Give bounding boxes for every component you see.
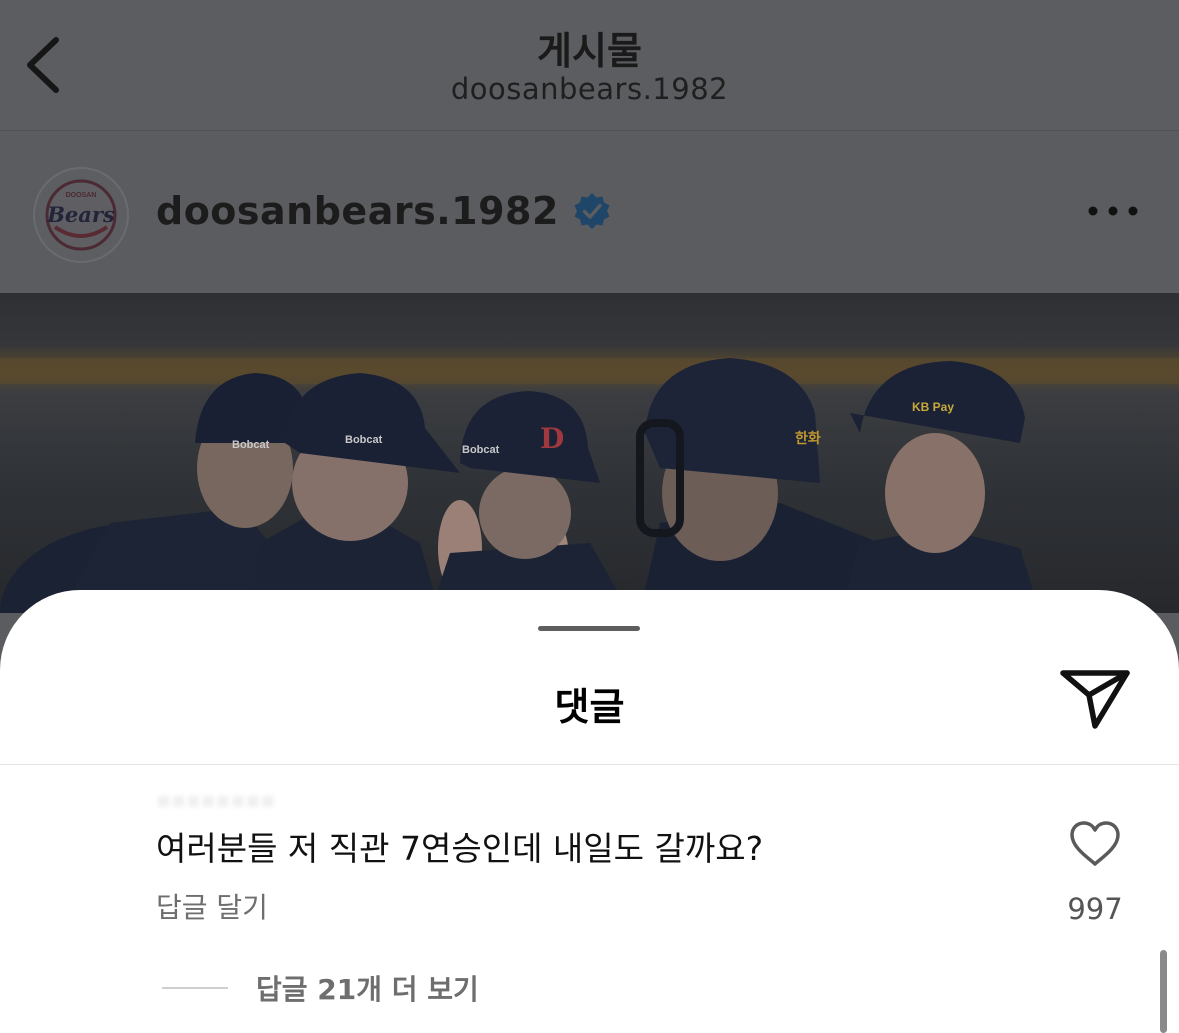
cap-sponsor-text-1: Bobcat <box>232 439 270 451</box>
cap-sponsor-text-2: Bobcat <box>345 434 383 446</box>
more-replies-label: 답글 21개 더 보기 <box>256 973 479 1006</box>
scrollbar[interactable] <box>1160 950 1167 1033</box>
cap-sponsor-text-4: KB Pay <box>912 400 954 414</box>
replies-line <box>162 987 228 989</box>
view-more-replies-button[interactable]: 답글 21개 더 보기 <box>162 968 479 1008</box>
avatar-ring-text: DOOSAN <box>66 192 97 199</box>
post-author-row: DOOSAN Bears doosanbears.1982 <box>0 131 1179 293</box>
players-photo-image: Bobcat Bobcat Bobcat D 한화 KB Pay <box>0 358 1179 613</box>
bears-logo-icon: DOOSAN Bears <box>45 179 117 251</box>
heart-icon[interactable] <box>1068 820 1122 868</box>
avatar-logo-text: Bears <box>46 202 115 227</box>
reply-button[interactable]: 답글 달기 <box>156 886 268 926</box>
comment-username[interactable]: ▪▪▪▪▪▪▪▪ <box>156 788 275 813</box>
verified-badge-icon <box>574 193 610 229</box>
page-subtitle: doosanbears.1982 <box>450 72 729 106</box>
sheet-title: 댓글 <box>554 685 625 729</box>
comment-text: 여러분들 저 직관 7연승인데 내일도 갈까요? <box>156 829 764 868</box>
avatar[interactable]: DOOSAN Bears <box>33 167 129 263</box>
post-username-label: doosanbears.1982 <box>156 189 559 233</box>
cap-sponsor-text-3: Bobcat <box>462 444 500 456</box>
more-options-icon[interactable] <box>1085 199 1141 223</box>
page-title: 게시물 <box>537 29 642 73</box>
comments-sheet: 댓글 ▪▪▪▪▪▪▪▪ 여러분들 저 직관 7연승인데 내일도 갈까요? 답글 … <box>0 590 1179 1033</box>
catcher-sponsor-text: 한화 <box>795 431 821 447</box>
paper-plane-icon[interactable] <box>1058 666 1132 730</box>
post-username[interactable]: doosanbears.1982 <box>156 189 611 233</box>
sheet-grabber[interactable] <box>538 626 640 631</box>
post-photo[interactable]: Bobcat Bobcat Bobcat D 한화 KB Pay <box>0 293 1179 613</box>
like-count: 997 <box>1067 892 1123 926</box>
sheet-divider <box>0 764 1179 765</box>
header-bar: 게시물 doosanbears.1982 <box>0 0 1179 131</box>
cap-logo-text: D <box>540 422 564 455</box>
